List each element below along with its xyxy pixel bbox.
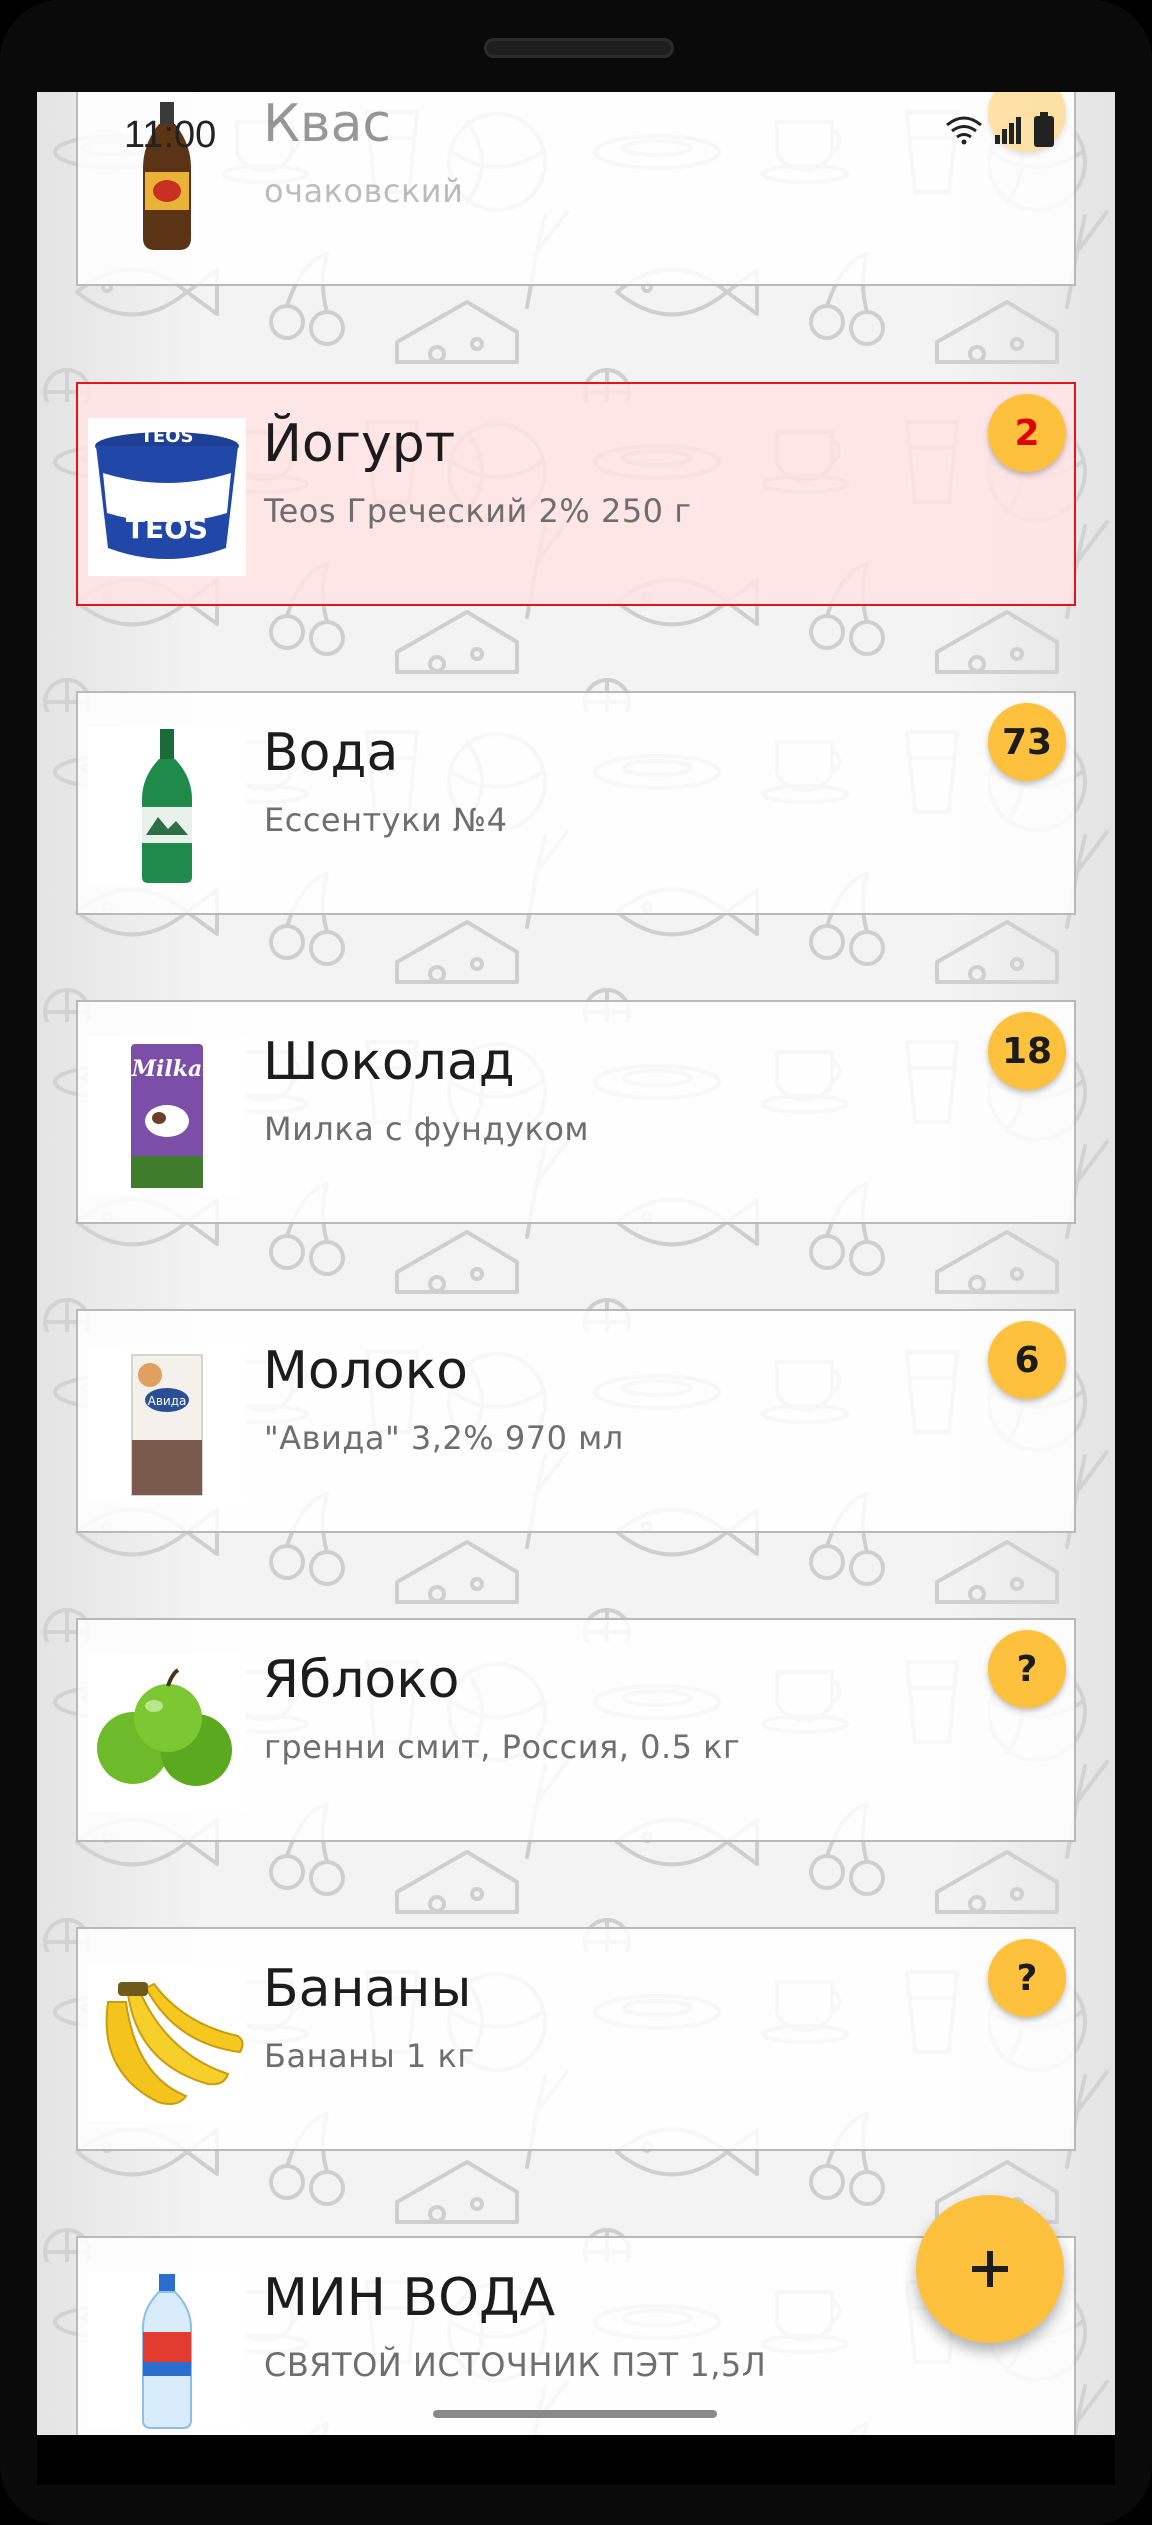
count-badge: 73 (988, 703, 1066, 781)
battery-icon (1034, 112, 1054, 147)
product-title: МИН ВОДА (263, 2268, 556, 2328)
signal-icon (995, 117, 1021, 144)
product-image: Milka (88, 1036, 246, 1194)
product-title: Вода (263, 723, 399, 783)
bananas-icon (105, 1982, 244, 2105)
product-image (88, 1963, 246, 2121)
bottom-bezel (37, 2435, 1115, 2485)
product-title: Яблоко (263, 1650, 460, 1710)
product-image (88, 1654, 246, 1812)
chocolate-bar-icon: Milka (131, 1044, 203, 1188)
milk-carton-icon: Авида (131, 1354, 203, 1496)
product-image (88, 2272, 246, 2430)
product-card-bananas[interactable]: Бананы Бананы 1 кг ? (76, 1927, 1076, 2151)
product-subtitle: очаковский (264, 172, 464, 210)
product-card-chocolate[interactable]: Milka Шоколад Милка с фундуком 18 (76, 1000, 1076, 1224)
product-title: Шоколад (263, 1032, 515, 1092)
product-title: Бананы (263, 1959, 472, 2019)
product-subtitle: Teos Греческий 2% 250 г (264, 492, 692, 530)
svg-text:Авида: Авида (148, 1394, 187, 1408)
count-badge: ? (988, 1630, 1066, 1708)
product-subtitle: СВЯТОЙ ИСТОЧНИК ПЭТ 1,5Л (264, 2346, 767, 2384)
plus-icon (972, 2251, 1008, 2287)
status-icons (945, 112, 1055, 148)
water-bottle-icon (142, 729, 192, 883)
count-badge: ? (988, 1939, 1066, 2017)
status-bar: 11:00 (37, 92, 1115, 172)
wifi-icon (946, 116, 982, 145)
app-screen: 11:00 Квас очаковский TEOS TEOS Йогурт T… (37, 92, 1115, 2435)
product-card-yogurt[interactable]: TEOS TEOS Йогурт Teos Греческий 2% 250 г… (76, 382, 1076, 606)
product-subtitle: "Авида" 3,2% 970 мл (264, 1419, 624, 1457)
home-indicator[interactable] (433, 2410, 717, 2418)
product-subtitle: гренни смит, Россия, 0.5 кг (264, 1728, 741, 1766)
product-card-apple[interactable]: Яблоко гренни смит, Россия, 0.5 кг ? (76, 1618, 1076, 1842)
green-apples-icon (97, 1668, 232, 1786)
product-card-water[interactable]: Вода Ессентуки №4 73 (76, 691, 1076, 915)
svg-text:TEOS: TEOS (141, 426, 194, 447)
count-badge: 18 (988, 1012, 1066, 1090)
earpiece-speaker (484, 38, 674, 58)
svg-text:Milka: Milka (131, 1056, 203, 1082)
product-card-milk[interactable]: Авида Молоко "Авида" 3,2% 970 мл 6 (76, 1309, 1076, 1533)
add-product-button[interactable]: + (916, 2195, 1064, 2343)
phone-frame: 11:00 Квас очаковский TEOS TEOS Йогурт T… (0, 0, 1152, 2525)
product-title: Молоко (263, 1341, 468, 1401)
product-image: TEOS TEOS (88, 418, 246, 576)
count-badge: 6 (988, 1321, 1066, 1399)
product-title: Йогурт (263, 414, 456, 474)
yogurt-cup-icon: TEOS TEOS (95, 426, 239, 559)
product-image: Авида (88, 1345, 246, 1503)
status-time: 11:00 (124, 114, 217, 156)
product-image (88, 727, 246, 885)
mineral-water-bottle-icon (142, 2274, 192, 2429)
product-subtitle: Милка с фундуком (264, 1110, 590, 1148)
product-subtitle: Бананы 1 кг (264, 2037, 475, 2075)
product-subtitle: Ессентуки №4 (264, 801, 508, 839)
svg-text:TEOS: TEOS (126, 512, 208, 545)
count-badge: 2 (988, 394, 1066, 472)
